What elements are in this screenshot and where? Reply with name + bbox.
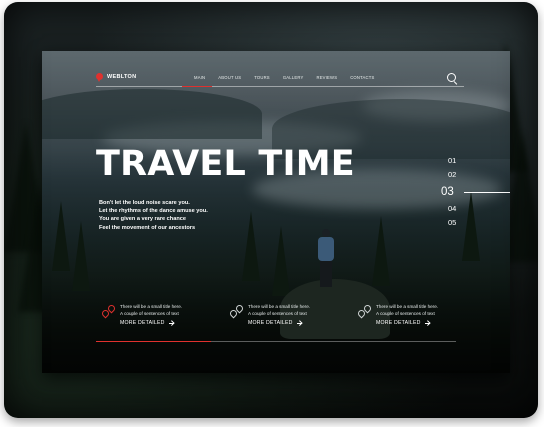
tree xyxy=(242,211,260,281)
more-detailed-link[interactable]: MORE DETAILED xyxy=(120,320,174,326)
hero-line: Let the rhythms of the dance amuse you. xyxy=(99,208,208,215)
nav-item-about-us[interactable]: ABOUT US xyxy=(218,75,241,80)
hiker-figure xyxy=(314,229,338,289)
tree xyxy=(372,216,390,286)
active-slide-line xyxy=(464,192,510,193)
logo[interactable]: WEBLTON xyxy=(96,73,137,82)
tree xyxy=(52,201,70,271)
map-pin-icon xyxy=(100,303,117,319)
hero-text: Bon't let the loud noise scare you. Let … xyxy=(99,199,208,232)
slider-progress-track xyxy=(96,340,456,342)
slider-progress-fill xyxy=(96,340,212,342)
slide-number[interactable]: 02 xyxy=(440,168,510,182)
card-text: There will be a small title here. A coup… xyxy=(248,303,310,317)
card-subtitle: A couple of sentences of text xyxy=(120,311,179,316)
card-text: There will be a small title here. A coup… xyxy=(376,303,438,317)
link-label: MORE DETAILED xyxy=(120,320,165,326)
website-preview: WEBLTON MAIN ABOUT US TOURS GALLERY REVI… xyxy=(42,51,510,373)
hero-title: TRAVEL TIME xyxy=(96,144,355,184)
slide-pagination: 01 02 03 04 05 xyxy=(440,154,510,230)
logo-text: WEBLTON xyxy=(107,73,137,80)
nav-item-gallery[interactable]: GALLERY xyxy=(283,75,304,80)
tree xyxy=(72,221,90,291)
nav-item-main[interactable]: MAIN xyxy=(194,75,205,80)
arrow-right-icon xyxy=(424,322,430,324)
slide-number[interactable]: 05 xyxy=(440,216,510,230)
slide-number[interactable]: 04 xyxy=(440,202,510,216)
tree xyxy=(272,226,290,296)
search-icon[interactable] xyxy=(447,73,456,82)
device-frame: WEBLTON MAIN ABOUT US TOURS GALLERY REVI… xyxy=(4,2,538,418)
slide-number[interactable]: 01 xyxy=(440,154,510,168)
link-label: MORE DETAILED xyxy=(248,320,293,326)
map-pin-icon xyxy=(356,303,373,319)
feature-cards: There will be a small title here. A coup… xyxy=(96,301,476,341)
arrow-right-icon xyxy=(296,322,302,324)
hero-line: Feel the movement of our ancestors xyxy=(99,224,196,231)
arrow-right-icon xyxy=(168,322,174,324)
hero-line: You are given a very rare chance xyxy=(99,216,186,223)
more-detailed-link[interactable]: MORE DETAILED xyxy=(248,320,302,326)
card-text: There will be a small title here. A coup… xyxy=(120,303,182,317)
slide-number-active[interactable]: 03 xyxy=(440,182,510,202)
card-title: There will be a small title here. xyxy=(120,304,183,309)
card-title: There will be a small title here. xyxy=(376,304,439,309)
nav-active-indicator xyxy=(182,86,212,87)
hero-line: Bon't let the loud noise scare you. xyxy=(99,200,190,206)
nav-item-tours[interactable]: TOURS xyxy=(254,75,270,80)
nav-item-contacts[interactable]: CONTACTS xyxy=(350,75,374,80)
nav-item-reviews[interactable]: REVIEWS xyxy=(316,75,337,80)
card-subtitle: A couple of sentences of text xyxy=(248,311,307,316)
main-nav: MAIN ABOUT US TOURS GALLERY REVIEWS CONT… xyxy=(194,75,388,80)
more-detailed-link[interactable]: MORE DETAILED xyxy=(376,320,430,326)
card-title: There will be a small title here. xyxy=(248,304,311,309)
map-pin-icon xyxy=(96,73,103,82)
slide-number-label: 03 xyxy=(441,186,454,198)
mountain-ridge xyxy=(42,89,262,139)
link-label: MORE DETAILED xyxy=(376,320,421,326)
nav-divider xyxy=(96,86,464,87)
map-pin-icon xyxy=(228,303,245,319)
card-subtitle: A couple of sentences of text xyxy=(376,311,435,316)
